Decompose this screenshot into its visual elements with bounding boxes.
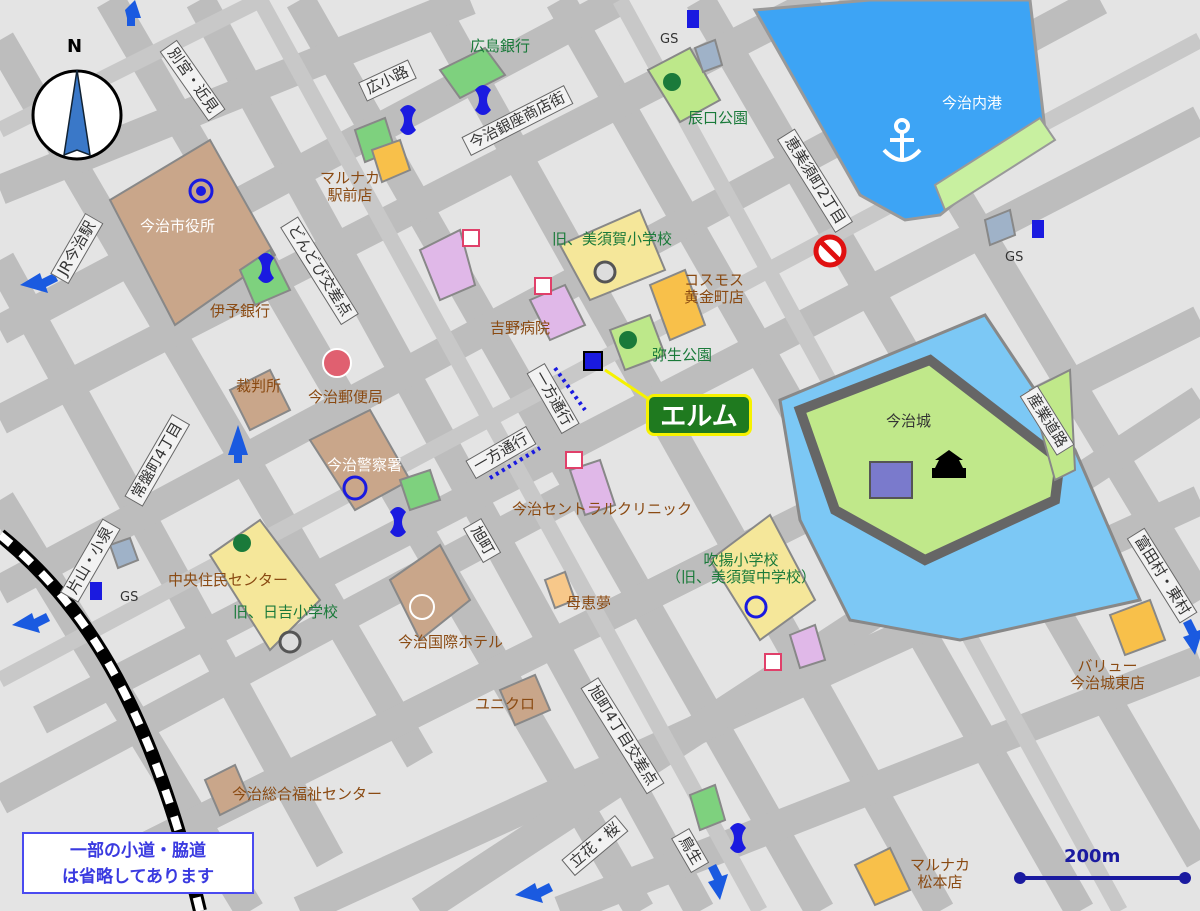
label-marunaka-ekimae: マルナカ 駅前店: [320, 169, 381, 205]
label-uniqlo[interactable]: ユニクロ: [475, 695, 535, 713]
label-fukiage-line1: 吹揚小学校: [703, 551, 779, 569]
label-imabari-port[interactable]: 今治内港: [942, 94, 1002, 112]
label-court[interactable]: 裁判所: [236, 377, 281, 395]
label-value-line1: バリュー: [1077, 657, 1138, 675]
label-cosmos: コスモス 黄金町店: [684, 271, 745, 307]
label-cosmos-line1: コスモス: [684, 271, 745, 289]
label-post-office[interactable]: 今治郵便局: [308, 388, 383, 406]
map-graphics: [0, 0, 1200, 911]
label-gs-left: GS: [120, 590, 139, 605]
label-castle[interactable]: 今治城: [886, 412, 931, 430]
label-kokusai-hotel[interactable]: 今治国際ホテル: [398, 633, 503, 651]
label-gs-right: GS: [1005, 250, 1024, 265]
label-tatsunokuchi-park[interactable]: 辰口公園: [688, 109, 748, 127]
label-yayoi-park[interactable]: 弥生公園: [652, 346, 712, 364]
label-marunaka-matsumoto-line1: マルナカ: [910, 856, 971, 874]
omission-note-line2: は省略してあります: [62, 867, 214, 887]
label-fukiage: 吹揚小学校 （旧、美須賀中学校）: [666, 551, 817, 587]
label-city-hall[interactable]: 今治市役所: [140, 217, 215, 235]
label-marunaka-ekimae-line1: マルナカ: [320, 169, 381, 187]
label-central-clinic[interactable]: 今治セントラルクリニック: [512, 500, 692, 518]
label-boekimu[interactable]: 母恵夢: [566, 594, 611, 612]
label-fukiage-line2: （旧、美須賀中学校）: [666, 568, 817, 587]
label-yoshino-hospital[interactable]: 吉野病院: [490, 319, 550, 337]
label-police[interactable]: 今治警察署: [327, 456, 402, 474]
label-old-misuka-elem[interactable]: 旧、美須賀小学校: [552, 230, 672, 248]
label-chuo-center[interactable]: 中央住民センター: [168, 571, 288, 589]
label-gs-top: GS: [660, 32, 679, 47]
label-old-hiyoshi[interactable]: 旧、日吉小学校: [233, 603, 338, 621]
compass-north-label: N: [67, 36, 83, 57]
city-map[interactable]: N 広島銀行 辰口公園 今治内港 GS GS GS 今治市役所 マルナカ 駅前店…: [0, 0, 1200, 911]
label-marunaka-matsumoto: マルナカ 松本店: [910, 856, 971, 892]
omission-note-line1: 一部の小道・脇道: [70, 841, 206, 861]
label-cosmos-line2: 黄金町店: [684, 288, 745, 307]
label-value-line2: 今治城東店: [1070, 674, 1146, 693]
scale-label: 200m: [1064, 846, 1121, 867]
label-value: バリュー 今治城東店: [1070, 657, 1146, 693]
label-iyo-bank[interactable]: 伊予銀行: [210, 302, 270, 320]
elm-highlight-label[interactable]: エルム: [646, 394, 752, 436]
label-welfare[interactable]: 今治総合福祉センター: [232, 785, 382, 803]
label-hiroshima-bank[interactable]: 広島銀行: [470, 37, 530, 55]
label-marunaka-matsumoto-line2: 松本店: [917, 873, 963, 892]
label-marunaka-ekimae-line2: 駅前店: [327, 186, 373, 205]
omission-note: 一部の小道・脇道 は省略してあります: [22, 832, 254, 894]
elm-marker: [583, 351, 603, 371]
